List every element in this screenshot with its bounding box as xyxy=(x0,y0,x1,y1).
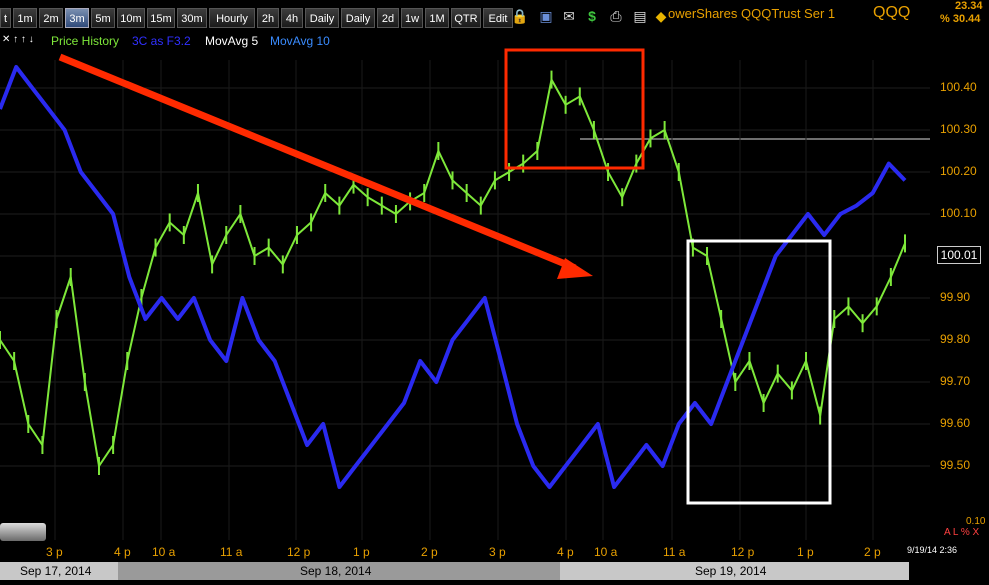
x-tick-label: 4 p xyxy=(557,545,574,559)
x-tick-label: 11 a xyxy=(663,545,686,559)
y-tick-label: 100.30 xyxy=(940,122,977,136)
annotations xyxy=(58,48,832,505)
x-tick-label: 3 p xyxy=(46,545,63,559)
date-sep-19: Sep 19, 2014 xyxy=(560,562,909,580)
red-box-annotation xyxy=(504,48,645,170)
date-label: Sep 19, 2014 xyxy=(695,564,767,578)
x-tick-label: 10 a xyxy=(152,545,176,559)
y-tick-label: 99.60 xyxy=(940,416,971,430)
y-tick-label: 100.40 xyxy=(940,80,977,94)
x-tick-label: 11 a xyxy=(220,545,243,559)
x-tick-label: 2 p xyxy=(421,545,438,559)
scroll-handle[interactable] xyxy=(0,523,46,541)
last-price-label: 100.01 xyxy=(937,246,981,264)
x-tick-label: 10 a xyxy=(594,545,618,559)
date-bar: Sep 17, 2014 Sep 18, 2014 Sep 19, 2014 xyxy=(0,562,909,580)
x-tick-label: 3 p xyxy=(489,545,506,559)
alert-flags[interactable]: A L % X xyxy=(944,527,979,538)
date-sep-17: Sep 17, 2014 xyxy=(0,562,118,580)
y-tick-label: 99.70 xyxy=(940,374,971,388)
y-tick-label: 100.20 xyxy=(940,164,977,178)
date-label: Sep 17, 2014 xyxy=(20,564,92,578)
price-chart[interactable] xyxy=(0,0,989,585)
y-tick-label: 99.90 xyxy=(940,290,971,304)
date-label: Sep 18, 2014 xyxy=(300,564,372,578)
y-tick-label: 99.50 xyxy=(940,458,971,472)
x-tick-label: 12 p xyxy=(287,545,311,559)
x-tick-label: 4 p xyxy=(114,545,131,559)
x-tick-label: 1 p xyxy=(353,545,370,559)
x-tick-label: 1 p xyxy=(797,545,814,559)
x-tick-label: 2 p xyxy=(864,545,881,559)
x-tick-label: 12 p xyxy=(731,545,755,559)
timestamp: 9/19/14 2:36 xyxy=(907,545,958,555)
bottom-value: 0.10 xyxy=(966,516,986,527)
y-tick-label: 99.80 xyxy=(940,332,971,346)
date-sep-18: Sep 18, 2014 xyxy=(118,562,560,580)
y-tick-label: 100.10 xyxy=(940,206,977,220)
